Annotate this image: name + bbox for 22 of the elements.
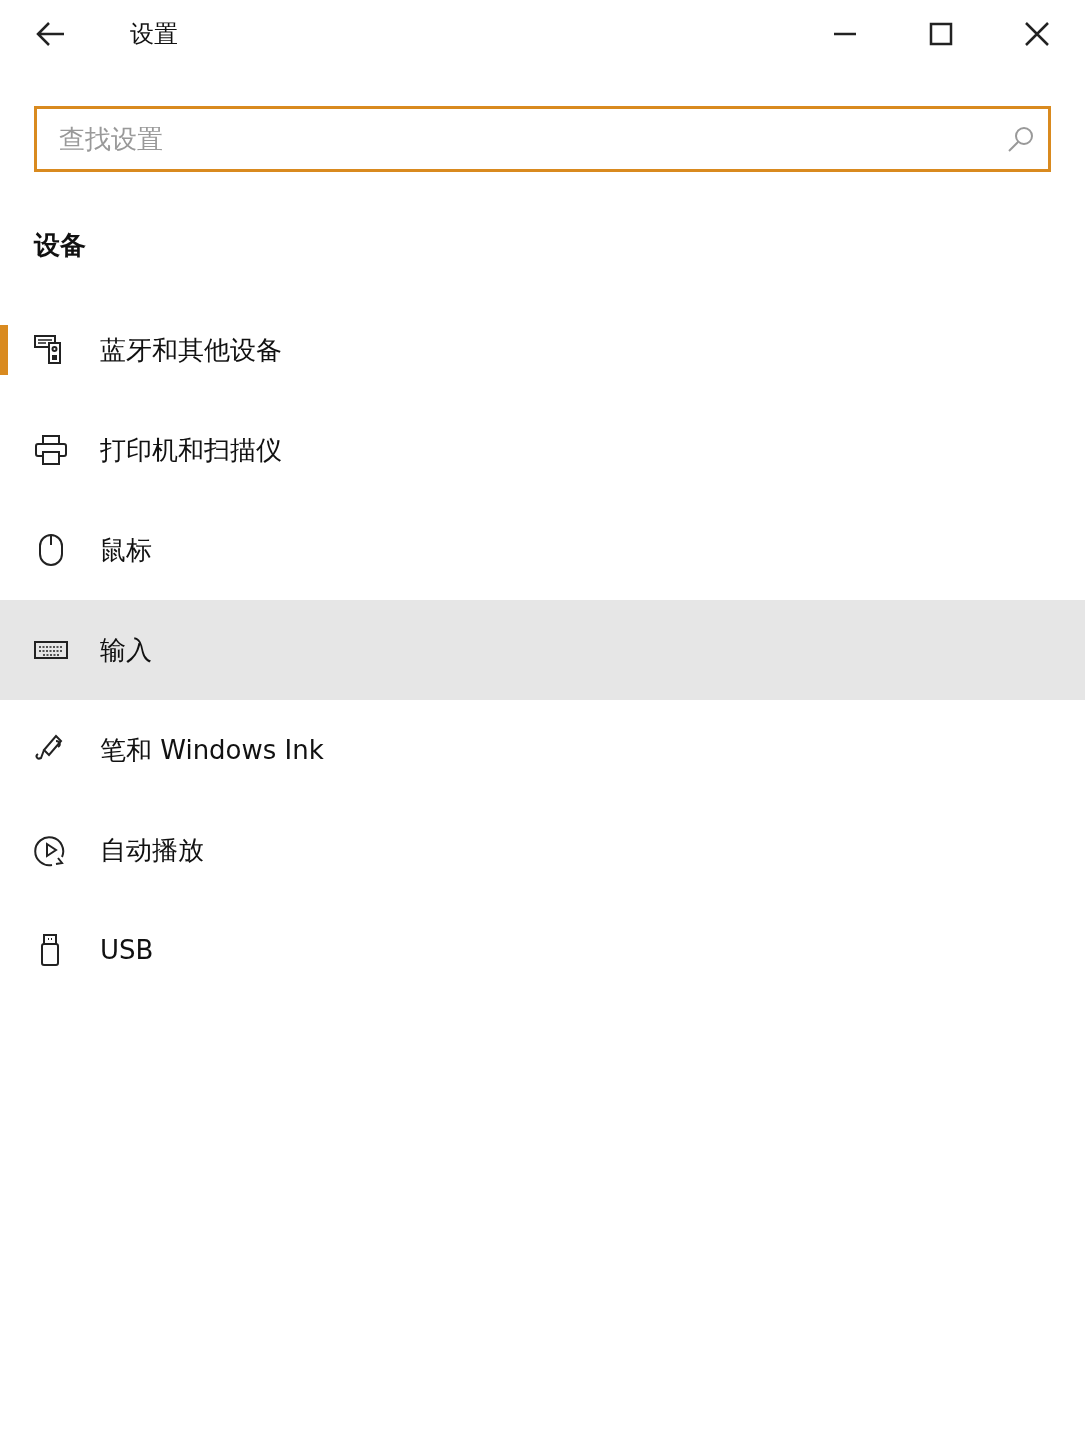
minimize-icon — [833, 32, 857, 36]
nav-item[interactable]: 鼠标 — [0, 500, 1085, 600]
window-title: 设置 — [130, 19, 179, 50]
section-heading: 设备 — [34, 229, 87, 262]
nav-item-label: USB — [100, 935, 154, 965]
close-icon — [1025, 22, 1049, 46]
nav-item[interactable]: 打印机和扫描仪 — [0, 400, 1085, 500]
nav-item-label: 输入 — [100, 633, 152, 667]
nav-item-label: 笔和 Windows Ink — [100, 733, 324, 767]
nav-item-label: 打印机和扫描仪 — [100, 433, 282, 467]
printer-icon — [34, 433, 68, 467]
nav-item-label: 鼠标 — [100, 533, 152, 567]
nav-item[interactable]: 蓝牙和其他设备 — [0, 300, 1085, 400]
nav-item-label: 自动播放 — [100, 833, 204, 867]
nav-item[interactable]: 笔和 Windows Ink — [0, 700, 1085, 800]
nav-item-label: 蓝牙和其他设备 — [100, 333, 282, 367]
nav-item[interactable]: USB — [0, 900, 1085, 1000]
maximize-icon — [929, 22, 953, 46]
search-icon — [1007, 125, 1035, 153]
nav-item[interactable]: 输入 — [0, 600, 1085, 700]
search-field[interactable]: 查找设置 — [34, 106, 1051, 172]
nav-item[interactable]: 自动播放 — [0, 800, 1085, 900]
